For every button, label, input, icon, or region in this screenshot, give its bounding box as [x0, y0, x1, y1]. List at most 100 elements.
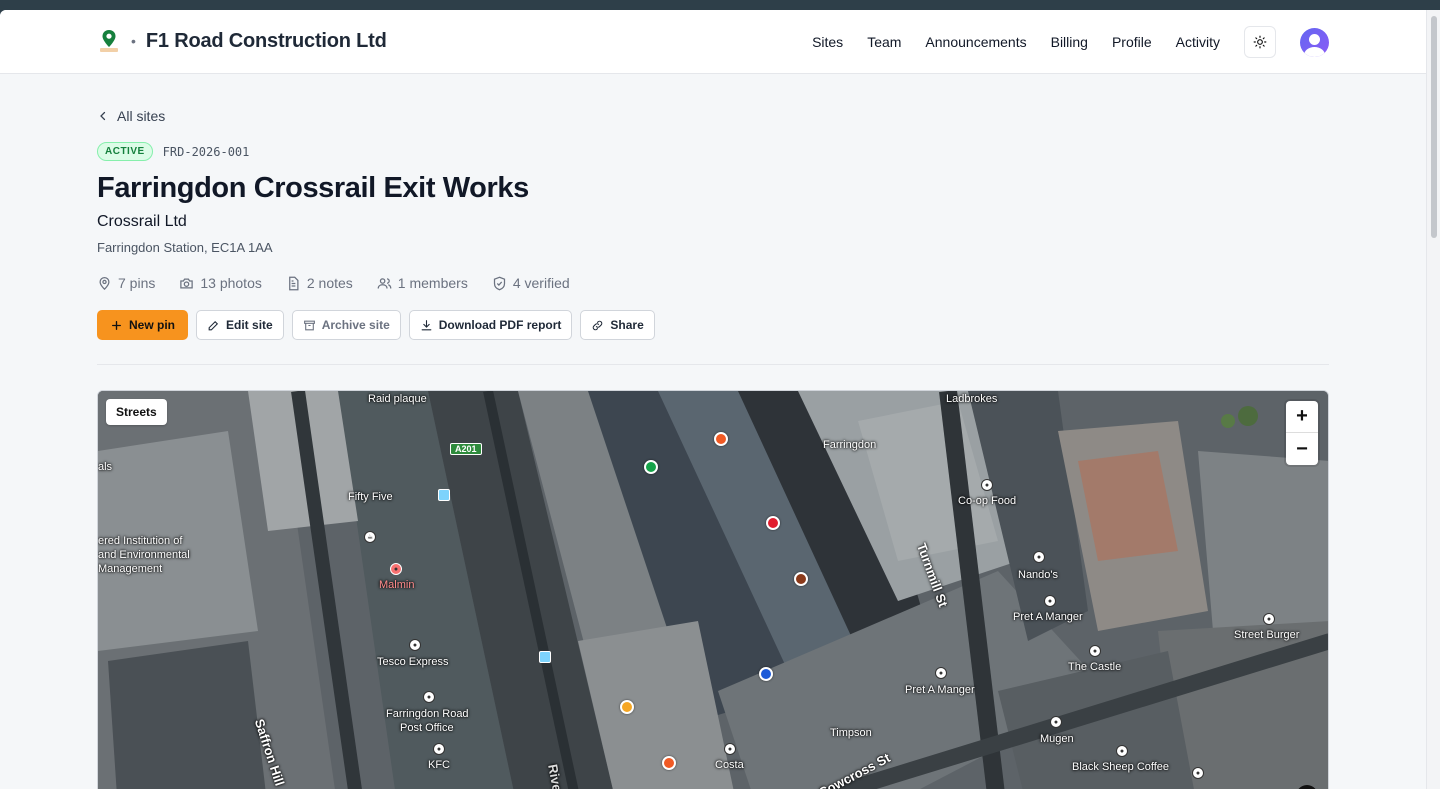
cafe-poi-icon: ● [724, 743, 736, 755]
main-nav: Sites Team Announcements Billing Profile… [788, 26, 1329, 58]
theme-toggle-button[interactable] [1244, 26, 1276, 58]
stat-members: 1 members [377, 275, 468, 291]
users-icon [377, 277, 392, 289]
link-icon [593, 320, 603, 330]
site-pin-3[interactable] [766, 516, 780, 530]
stat-verified: 4 verified [492, 275, 570, 291]
restaurant-poi-icon: ● [1192, 767, 1204, 779]
download-pdf-label: Download PDF report [438, 318, 562, 332]
post-office-poi-icon: ● [423, 691, 435, 703]
company-name: F1 Road Construction Ltd [145, 29, 387, 52]
camera-icon [180, 278, 194, 288]
stat-photos: 13 photos [179, 275, 262, 291]
restaurant-poi-icon: ● [433, 743, 445, 755]
site-map[interactable]: Streets + − A201 Raid plaque Ladbrokes F… [97, 390, 1329, 789]
zoom-in-button[interactable]: + [1286, 401, 1318, 433]
user-avatar[interactable] [1300, 27, 1329, 57]
nav-sites[interactable]: Sites [812, 26, 843, 58]
map-label-institution-line3: Management [98, 563, 163, 575]
restaurant-poi-icon: ● [1263, 613, 1275, 625]
zoom-out-button[interactable]: − [1286, 433, 1318, 465]
map-label-nandos: Nando's [1018, 569, 1059, 581]
map-label-farringdon: Farringdon [823, 439, 877, 451]
stat-pins: 7 pins [97, 275, 155, 291]
site-pin-2[interactable] [644, 460, 658, 474]
site-pin-7[interactable] [662, 756, 676, 770]
cafe-poi-icon: ● [1116, 745, 1128, 757]
site-meta-row: ACTIVE FRD-2026-001 [97, 142, 249, 161]
stat-notes: 2 notes [286, 275, 353, 291]
map-label-fifty-five: Fifty Five [348, 491, 393, 503]
cafe-poi-icon: ☕ [364, 531, 376, 543]
site-pin-5[interactable] [759, 667, 773, 681]
site-stats: 7 pins 13 photos 2 notes 1 members 4 ver… [97, 275, 570, 291]
map-label-mugen: Mugen [1040, 733, 1074, 745]
map-zoom-controls: + − [1286, 401, 1318, 465]
site-pin-1[interactable] [714, 432, 728, 446]
document-icon [288, 276, 299, 290]
new-pin-button[interactable]: New pin [97, 310, 189, 340]
map-label-institution-line2: and Environmental [98, 549, 190, 561]
map-pin-icon [99, 276, 110, 290]
map-label-street-burger: Street Burger [1234, 629, 1300, 641]
nav-profile[interactable]: Profile [1112, 26, 1152, 58]
shop-poi-icon: ● [981, 479, 993, 491]
location-pin-logo-icon [97, 28, 121, 54]
site-actions: New pin Edit site Archive site Download … [97, 310, 655, 340]
edit-site-label: Edit site [226, 318, 273, 332]
share-label: Share [610, 318, 644, 332]
restaurant-poi-icon: ● [390, 563, 402, 575]
nav-announcements[interactable]: Announcements [925, 26, 1026, 58]
satellite-imagery [98, 391, 1328, 789]
chevron-left-icon [100, 111, 106, 121]
map-label-post-office-line2: Post Office [400, 722, 454, 734]
stat-members-label: 1 members [397, 275, 468, 291]
download-icon [421, 319, 432, 330]
new-pin-label: New pin [129, 318, 176, 332]
map-label-the-castle: The Castle [1068, 661, 1122, 673]
map-label-coop-food: Co-op Food [958, 495, 1017, 507]
pub-poi-icon: ● [1089, 645, 1101, 657]
client-name: Crossrail Ltd [97, 213, 187, 230]
map-label-farringdon-road-line1: Farringdon Road [386, 708, 469, 720]
brand[interactable]: • F1 Road Construction Ltd [97, 28, 387, 54]
map-label-institution-line1: ered Institution of [98, 535, 183, 547]
map-label-kfc: KFC [428, 759, 450, 771]
stat-notes-label: 2 notes [306, 275, 353, 291]
share-button[interactable]: Share [580, 310, 655, 340]
sun-icon [1253, 35, 1267, 49]
edit-site-button[interactable]: Edit site [196, 310, 284, 340]
back-to-sites-link[interactable]: All sites [97, 108, 165, 124]
map-label-costa: Costa [715, 759, 744, 771]
app-window: • F1 Road Construction Ltd Sites Team An… [0, 10, 1426, 789]
restaurant-poi-icon: ● [1050, 716, 1062, 728]
scrollbar-thumb[interactable] [1431, 16, 1437, 238]
road-shield-a201: A201 [450, 443, 482, 455]
map-label-pret-a-manger-2: Pret A Manger [905, 684, 975, 696]
map-label-black-sheep-coffee: Black Sheep Coffee [1072, 761, 1170, 773]
map-style-toggle-button[interactable]: Streets [106, 399, 167, 425]
back-label: All sites [117, 108, 166, 124]
map-label-pret-a-manger-1: Pret A Manger [1013, 611, 1083, 623]
site-pin-6[interactable] [620, 700, 634, 714]
stat-verified-label: 4 verified [512, 275, 570, 291]
nav-team[interactable]: Team [867, 26, 901, 58]
archive-icon [303, 320, 315, 330]
site-code: FRD-2026-001 [162, 144, 250, 159]
archive-site-label: Archive site [321, 318, 390, 332]
brand-separator: • [131, 33, 136, 49]
cafe-poi-icon: ● [1044, 595, 1056, 607]
map-label-ladbrokes: Ladbrokes [946, 393, 998, 405]
plus-icon [112, 320, 121, 330]
download-pdf-button[interactable]: Download PDF report [408, 310, 573, 340]
page-title: Farringdon Crossrail Exit Works [97, 172, 529, 204]
site-pin-4[interactable] [794, 572, 808, 586]
pencil-icon [208, 320, 219, 330]
map-label-raid-plaque: Raid plaque [368, 393, 427, 405]
nav-billing[interactable]: Billing [1051, 26, 1088, 58]
shop-poi-icon: ● [409, 639, 421, 651]
archive-site-button[interactable]: Archive site [291, 310, 401, 340]
nav-activity[interactable]: Activity [1176, 26, 1220, 58]
map-label-tesco-express: Tesco Express [377, 656, 449, 668]
page-scrollbar[interactable] [1426, 10, 1440, 789]
